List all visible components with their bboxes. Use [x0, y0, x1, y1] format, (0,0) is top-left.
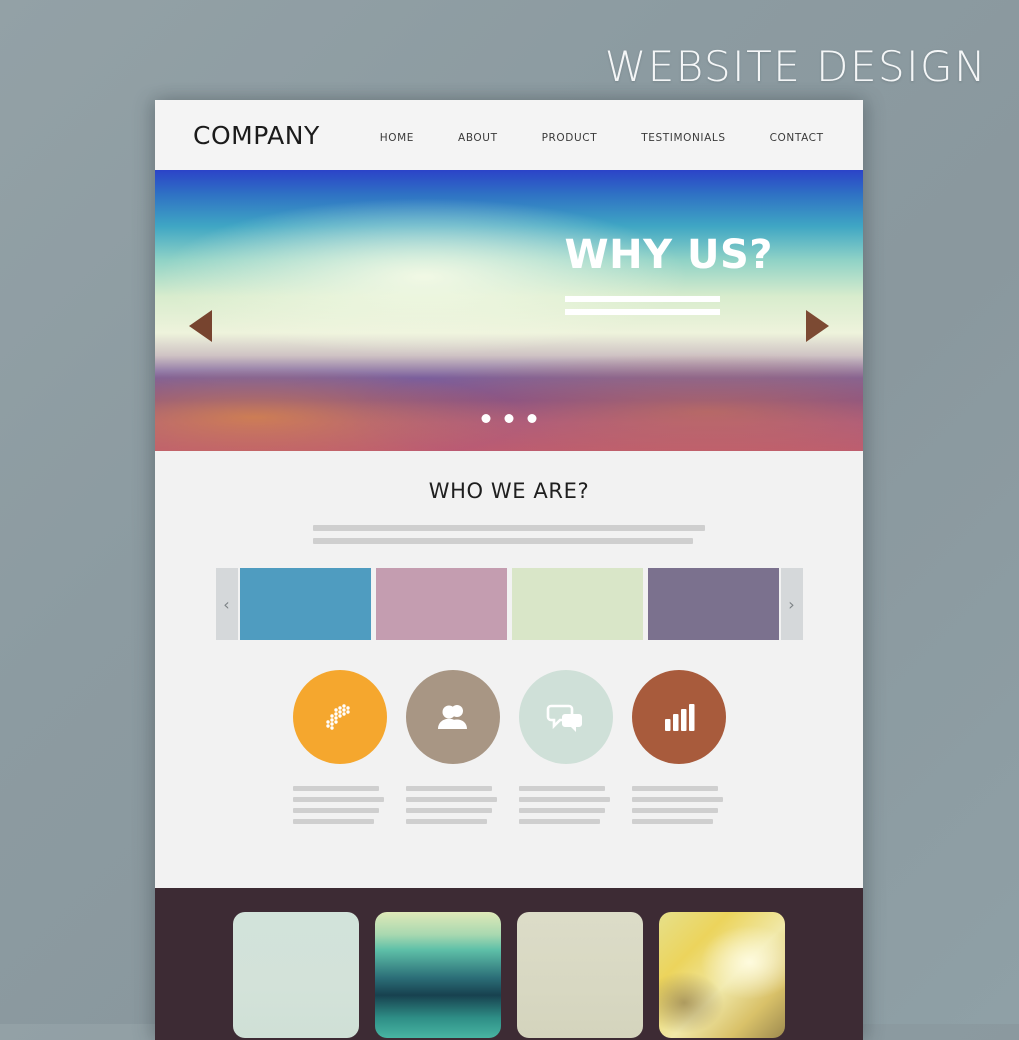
hero-dot-1[interactable]: [481, 414, 491, 423]
feature-line: [518, 808, 605, 813]
feature-chart-lines: [631, 786, 726, 824]
hero-dot-indicators: [481, 414, 537, 423]
gallery-thumb-gold-blur: [659, 912, 785, 1038]
feature-line: [405, 786, 492, 791]
feature-line: [405, 797, 497, 802]
hero-bar-2: [564, 309, 720, 315]
swatch-green[interactable]: [511, 568, 643, 640]
feature-chat[interactable]: [518, 670, 613, 830]
swatch-blue[interactable]: [239, 568, 371, 640]
hero-title-block: WHY US?: [564, 232, 773, 322]
intro-line-2: [313, 538, 694, 544]
gallery-thumb-mint: [233, 912, 359, 1038]
hero-bar-1: [564, 296, 720, 302]
gallery-item-1[interactable]: [233, 912, 359, 1040]
gallery-thumb-sand: [517, 912, 643, 1038]
hero-prev-arrow-icon[interactable]: [189, 310, 212, 342]
feature-line: [518, 786, 605, 791]
hero-slider: WHY US?: [155, 170, 863, 451]
feature-users[interactable]: [405, 670, 500, 830]
feature-line: [631, 819, 714, 824]
company-logo: COMPANY: [193, 120, 320, 150]
bar-chart-icon: [631, 670, 726, 764]
swatch-prev-button[interactable]: ‹: [215, 568, 238, 640]
cursor-arrow-icon: [292, 670, 387, 764]
feature-list: [155, 670, 863, 864]
feature-line: [405, 808, 492, 813]
gallery-item-2[interactable]: [375, 912, 501, 1040]
gallery-section: [155, 888, 863, 1040]
gallery-item-4[interactable]: [659, 912, 785, 1040]
swatch-track: [239, 568, 779, 640]
feature-line: [631, 797, 723, 802]
gallery-row: [155, 912, 863, 1040]
swatch-next-button[interactable]: ›: [780, 568, 803, 640]
site-header: COMPANY HOME ABOUT PRODUCT TESTIMONIALS …: [155, 100, 863, 170]
hero-underline-bars: [564, 296, 773, 315]
about-section: WHO WE ARE? ‹ ›: [155, 451, 863, 888]
swatch-carousel: ‹ ›: [155, 568, 863, 640]
hero-dot-2[interactable]: [504, 414, 514, 423]
nav-item-product[interactable]: PRODUCT: [542, 132, 598, 144]
main-navigation: HOME ABOUT PRODUCT TESTIMONIALS CONTACT: [380, 126, 824, 144]
gallery-thumb-teal-blur: [375, 912, 501, 1038]
nav-item-home[interactable]: HOME: [380, 132, 414, 144]
feature-line: [292, 819, 375, 824]
intro-placeholder-text: [313, 525, 705, 544]
hero-dot-3[interactable]: [527, 414, 537, 423]
feature-line: [518, 819, 601, 824]
nav-item-about[interactable]: ABOUT: [458, 132, 498, 144]
feature-chat-lines: [518, 786, 613, 824]
hero-heading: WHY US?: [564, 232, 773, 278]
nav-item-testimonials[interactable]: TESTIMONIALS: [641, 132, 725, 144]
hero-next-arrow-icon[interactable]: [806, 310, 829, 342]
poster-title: WEBSITE DESIGN: [604, 42, 987, 91]
chat-bubbles-icon: [518, 670, 613, 764]
swatch-rose[interactable]: [375, 568, 507, 640]
feature-cursor-lines: [292, 786, 387, 824]
feature-users-lines: [405, 786, 500, 824]
gallery-item-3[interactable]: [517, 912, 643, 1040]
swatch-purple[interactable]: [647, 568, 779, 640]
nav-item-contact[interactable]: CONTACT: [770, 132, 824, 144]
website-page-mockup: COMPANY HOME ABOUT PRODUCT TESTIMONIALS …: [155, 100, 863, 1040]
users-icon: [405, 670, 500, 764]
section-title-who-we-are: WHO WE ARE?: [428, 479, 590, 503]
feature-line: [292, 808, 379, 813]
feature-cursor[interactable]: [292, 670, 387, 830]
feature-line: [631, 808, 718, 813]
intro-line-1: [313, 525, 705, 531]
feature-line: [405, 819, 488, 824]
feature-chart[interactable]: [631, 670, 726, 830]
feature-line: [631, 786, 718, 791]
feature-line: [518, 797, 610, 802]
feature-line: [292, 797, 384, 802]
feature-line: [292, 786, 379, 791]
